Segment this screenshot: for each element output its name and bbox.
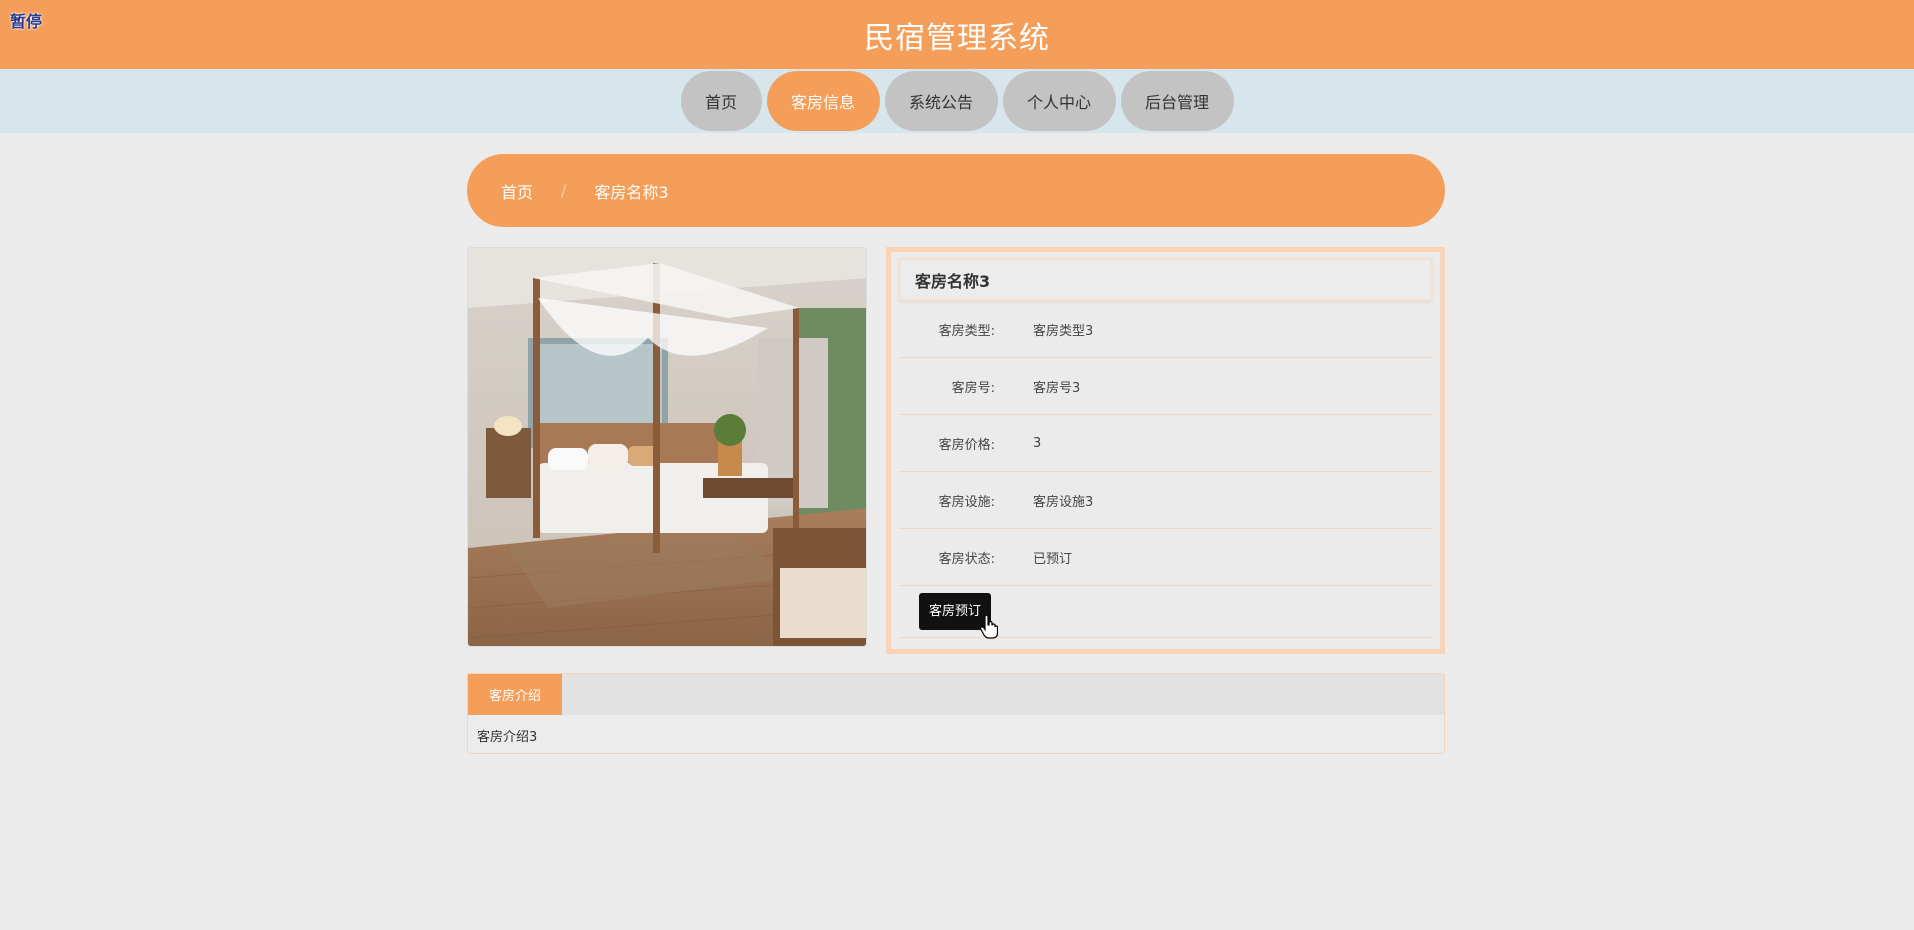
detail-value: 客房类型3 (1033, 323, 1094, 339)
detail-row-type: 客房类型: 客房类型3 (899, 301, 1432, 358)
detail-label: 客房状态: (938, 551, 995, 567)
pause-label[interactable]: 暂停 (10, 8, 42, 32)
main-nav: 首页 客房信息 系统公告 个人中心 后台管理 (0, 69, 1914, 133)
breadcrumb-current: 客房名称3 (594, 182, 669, 202)
detail-label: 客房价格: (938, 437, 995, 453)
detail-row-status: 客房状态: 已预订 (899, 529, 1432, 586)
detail-label: 客房号: (951, 380, 995, 396)
breadcrumb-separator: / (561, 181, 567, 200)
room-name: 客房名称3 (899, 258, 1432, 301)
detail-value: 客房设施3 (1033, 494, 1094, 510)
tab-room-intro[interactable]: 客房介绍 (468, 674, 562, 715)
room-intro-content: 客房介绍3 (477, 730, 538, 745)
room-photo (467, 247, 867, 647)
nav-announcements[interactable]: 系统公告 (884, 71, 998, 131)
nav-room-info[interactable]: 客房信息 (766, 71, 880, 131)
nav-admin[interactable]: 后台管理 (1120, 71, 1234, 131)
site-title: 民宿管理系统 (864, 20, 1050, 56)
detail-label: 客房设施: (938, 494, 995, 510)
book-row: 客房预订 (899, 586, 1432, 638)
detail-value: 3 (1033, 435, 1042, 451)
detail-value: 客房号3 (1033, 380, 1081, 396)
nav-home[interactable]: 首页 (680, 71, 762, 131)
detail-label: 客房类型: (938, 323, 995, 339)
room-details-panel: 客房名称3 客房类型: 客房类型3 客房号: 客房号3 客房价格: 3 客房设施… (886, 247, 1445, 654)
detail-row-facilities: 客房设施: 客房设施3 (899, 472, 1432, 529)
header: 民宿管理系统 (0, 0, 1914, 69)
nav-personal-center[interactable]: 个人中心 (1002, 71, 1116, 131)
room-intro-section: 客房介绍 客房介绍3 (467, 673, 1445, 754)
intro-tabbar: 客房介绍 (468, 674, 1444, 715)
detail-row-price: 客房价格: 3 (899, 415, 1432, 472)
breadcrumb-home[interactable]: 首页 (501, 179, 533, 203)
breadcrumb: 首页 / 客房名称3 (467, 154, 1445, 227)
detail-value: 已预订 (1033, 551, 1073, 567)
hand-cursor-icon (980, 615, 998, 639)
detail-row-number: 客房号: 客房号3 (899, 358, 1432, 415)
